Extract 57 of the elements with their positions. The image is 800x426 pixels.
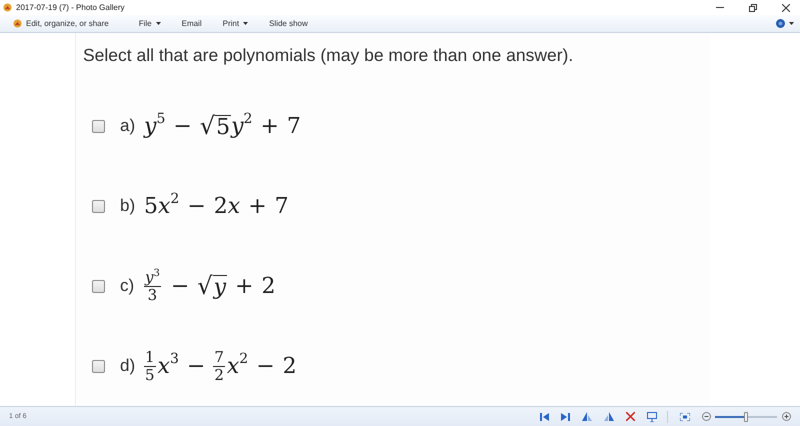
slideshow-icon[interactable] — [647, 412, 657, 422]
help-button[interactable] — [776, 19, 794, 28]
menu-item[interactable]: Slide show — [269, 19, 308, 28]
checkbox[interactable] — [92, 200, 105, 212]
math-term: 5 — [144, 194, 158, 218]
square-root: √y — [197, 272, 228, 300]
math-operator: + — [248, 194, 267, 218]
checkbox[interactable] — [92, 360, 105, 372]
menu-item[interactable]: File — [138, 19, 161, 28]
rotate-left-icon[interactable] — [582, 412, 592, 421]
zoom-in-icon[interactable] — [782, 412, 791, 421]
math-term: x$^{2}$ — [158, 194, 180, 218]
fraction: 1 5 — [144, 349, 156, 383]
option-label: d) — [120, 356, 136, 376]
zoom-slider-handle[interactable] — [744, 412, 748, 422]
edit-menu[interactable]: Edit, organize, or share — [13, 19, 109, 28]
math-term: 7 — [286, 114, 301, 138]
app-icon — [3, 3, 12, 12]
math-operator: − — [186, 354, 206, 378]
rotate-right-icon[interactable] — [604, 412, 614, 421]
delete-icon[interactable] — [626, 412, 635, 421]
checkbox[interactable] — [92, 120, 105, 132]
restore-icon[interactable] — [749, 4, 757, 12]
menu-item[interactable]: Email — [182, 19, 202, 28]
square-root: √5 — [200, 112, 232, 140]
math-term: x$^{3}$ — [158, 354, 179, 378]
math-operator: − — [187, 194, 206, 218]
option-label: a) — [120, 116, 136, 136]
help-icon — [776, 19, 785, 28]
math-operator: − — [256, 354, 275, 378]
menu-item[interactable]: Print — [222, 19, 248, 28]
math-term: y$^{2}$ — [231, 114, 252, 138]
fraction: 7 2 — [213, 349, 225, 383]
checkbox[interactable] — [92, 280, 105, 292]
math-term: x$^{2}$ — [226, 354, 248, 378]
previous-icon[interactable] — [540, 412, 549, 420]
window-title: 2017-07-19 (7) - Photo Gallery — [16, 3, 124, 12]
math-term: 7 — [274, 194, 289, 218]
math-term: 2 — [261, 274, 276, 298]
next-icon[interactable] — [561, 412, 570, 420]
question-text: Select all that are polynomials (may be more than one answer). — [83, 45, 574, 66]
math-operator: − — [170, 274, 190, 298]
option-label: c) — [120, 276, 136, 296]
app-icon — [13, 19, 22, 28]
math-term: 2 — [282, 354, 297, 378]
fraction: y$^{3}$ 3 — [144, 269, 161, 303]
caret-icon — [789, 22, 794, 25]
math-term: 2 — [214, 194, 228, 218]
math-term: x — [228, 194, 240, 218]
zoom-out-icon[interactable] — [702, 412, 711, 421]
math-operator: + — [260, 114, 279, 138]
math-operator: + — [235, 274, 254, 298]
fit-icon[interactable] — [680, 412, 690, 420]
close-icon[interactable] — [782, 4, 790, 12]
option-label: b) — [120, 196, 136, 216]
math-operator: − — [173, 114, 192, 138]
math-term: y$^{5}$ — [144, 114, 166, 138]
